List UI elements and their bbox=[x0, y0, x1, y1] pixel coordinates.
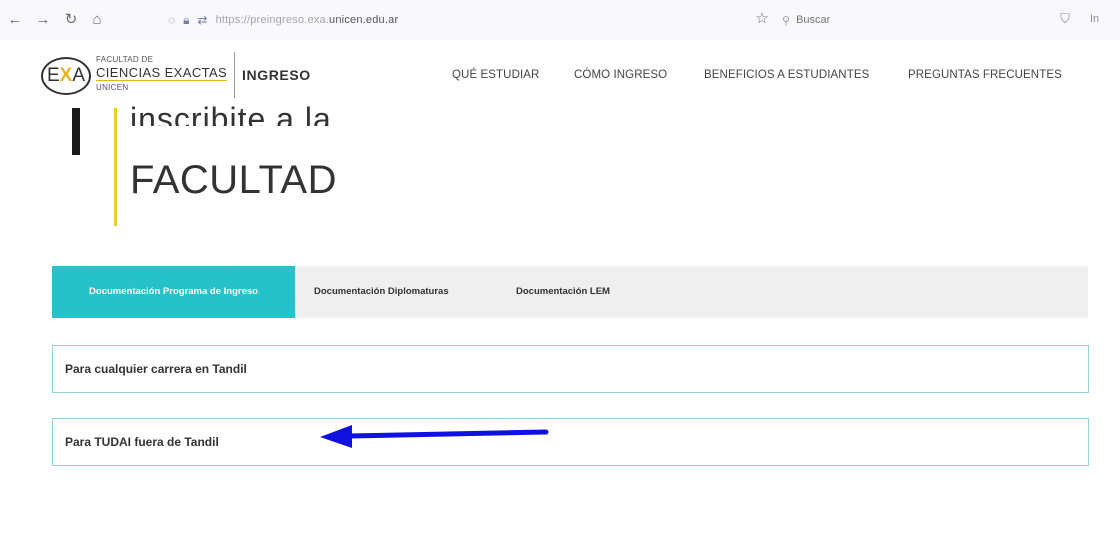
accordion-title: Para TUDAI fuera de Tandil bbox=[65, 435, 219, 449]
url-text: https://preingreso.exa.unicen.edu.ar bbox=[215, 14, 399, 26]
nav-preguntas-frecuentes[interactable]: PREGUNTAS FRECUENTES bbox=[908, 69, 1062, 81]
annotation-arrow-icon bbox=[320, 425, 549, 448]
lock-icon: 🔒︎ bbox=[183, 12, 190, 27]
tab-diplomaturas[interactable]: Documentación Diplomaturas bbox=[314, 266, 449, 318]
logo-name: CIENCIAS EXACTAS bbox=[96, 65, 228, 81]
home-icon[interactable]: ⌂ bbox=[86, 9, 108, 31]
tab-programa-ingreso[interactable]: Documentación Programa de Ingreso bbox=[52, 266, 295, 318]
search-icon: ⚲ bbox=[782, 14, 791, 27]
logo-faculty-label: FACULTAD DE bbox=[96, 55, 154, 64]
browser-toolbar: ← → ↻ ⌂ ◌ 🔒︎ ⇄ https://preingreso.exa.un… bbox=[0, 0, 1120, 40]
nav-beneficios[interactable]: BENEFICIOS A ESTUDIANTES bbox=[704, 69, 869, 81]
forward-arrow-icon[interactable]: → bbox=[32, 9, 54, 31]
accordion-item-tandil[interactable]: Para cualquier carrera en Tandil bbox=[52, 345, 1089, 393]
browser-search-box[interactable]: ⚲ bbox=[782, 8, 1042, 32]
permissions-icon: ⇄ bbox=[197, 13, 208, 27]
exa-logo-icon[interactable]: EXA bbox=[41, 57, 91, 95]
nav-que-estudiar[interactable]: QUÉ ESTUDIAR bbox=[452, 69, 539, 81]
address-bar[interactable]: ◌ 🔒︎ ⇄ https://preingreso.exa.unicen.edu… bbox=[168, 6, 738, 34]
pocket-icon[interactable]: ⛉ bbox=[1055, 9, 1075, 29]
accordion-item-tudai[interactable]: Para TUDAI fuera de Tandil bbox=[52, 418, 1089, 466]
browser-search-input[interactable] bbox=[796, 14, 997, 26]
hero-subtitle: inscribite a la bbox=[130, 101, 332, 126]
library-button[interactable]: In bbox=[1090, 9, 1120, 29]
hero-title: FACULTAD bbox=[130, 158, 337, 202]
back-arrow-icon[interactable]: ← bbox=[4, 9, 26, 31]
bookmark-star-icon[interactable]: ☆ bbox=[752, 9, 772, 29]
documentation-tabs: Documentación Programa de Ingreso Docume… bbox=[52, 266, 1088, 318]
reload-icon[interactable]: ↻ bbox=[60, 9, 82, 31]
hero-decoration-yellow bbox=[114, 108, 117, 226]
tab-lem[interactable]: Documentación LEM bbox=[516, 266, 610, 318]
nav-como-ingreso[interactable]: CÓMO INGRESO bbox=[574, 69, 667, 81]
hero-decoration-black bbox=[72, 108, 80, 155]
accordion-title: Para cualquier carrera en Tandil bbox=[65, 362, 247, 376]
shield-outline-icon: ◌ bbox=[168, 13, 176, 27]
